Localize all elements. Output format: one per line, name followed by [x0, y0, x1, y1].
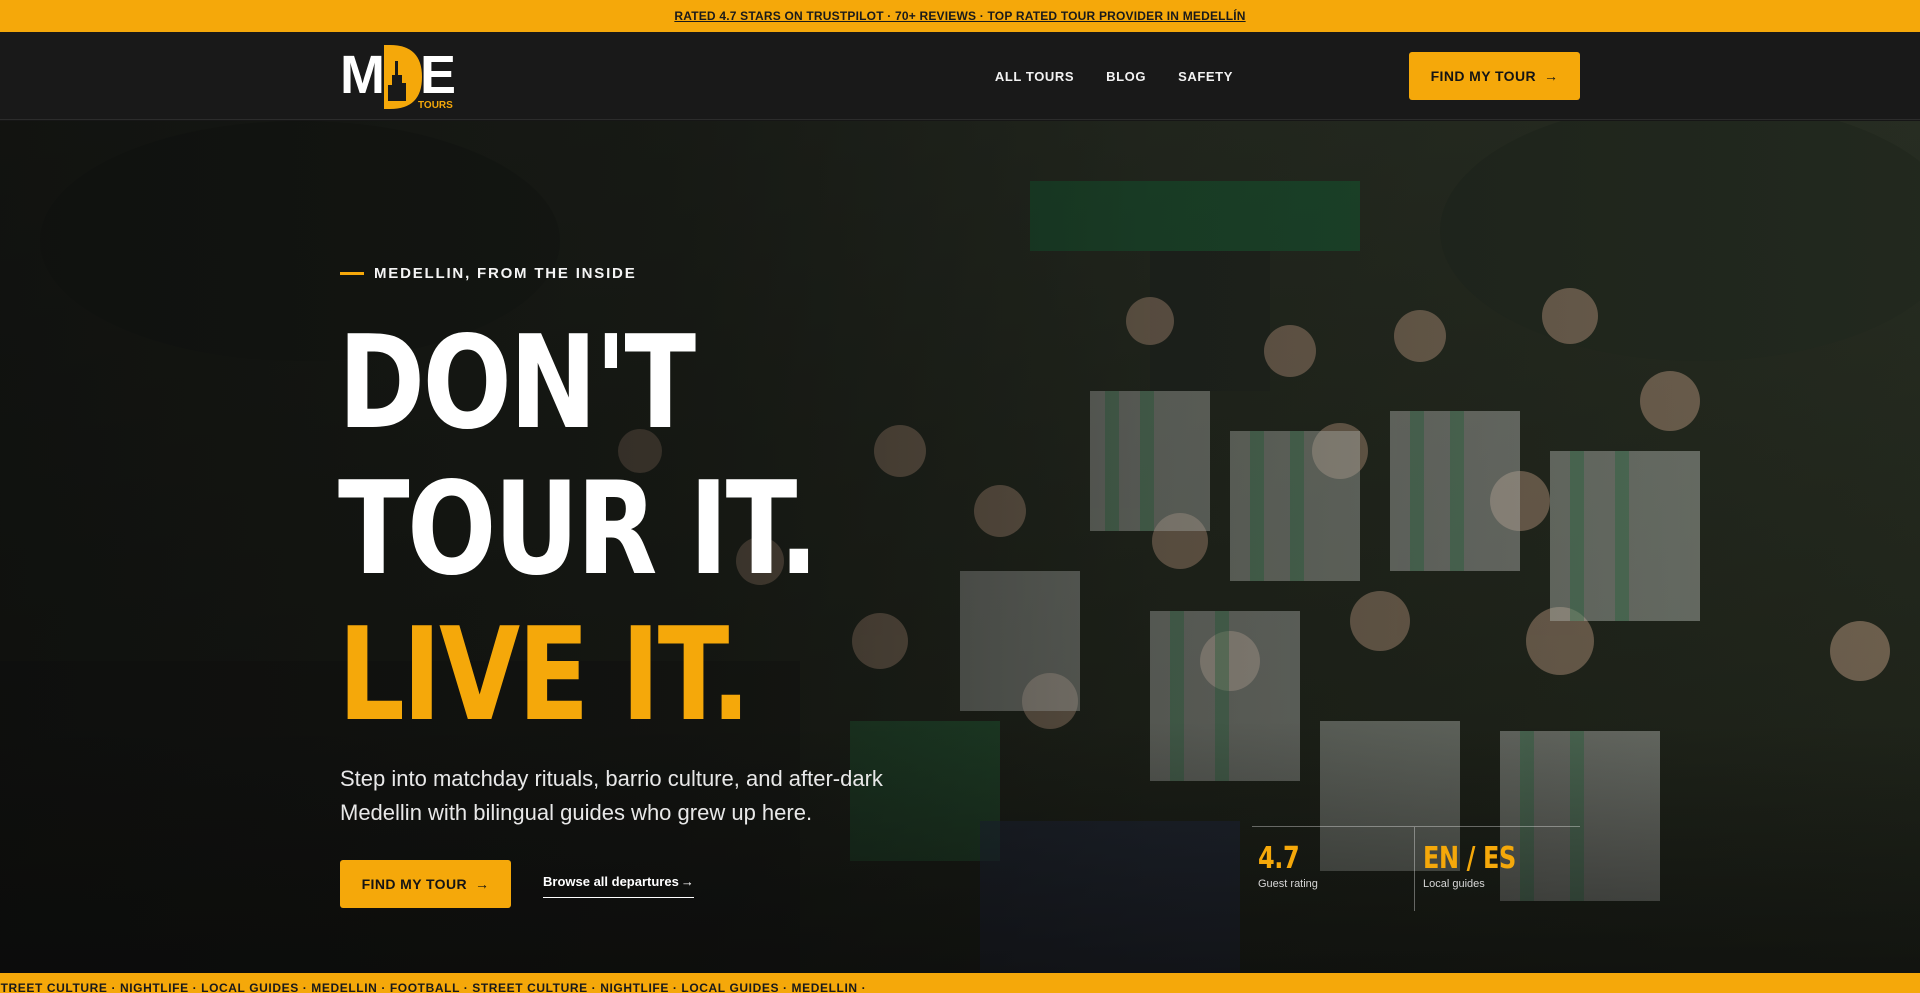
arrow-right-icon: →	[680, 874, 694, 889]
site-header: M E TOURS ALL TOURS BLOG SAFETY FIND MY …	[0, 32, 1920, 120]
arrow-right-icon: →	[475, 876, 490, 892]
hero-subcopy: Step into matchday rituals, barrio cultu…	[340, 766, 883, 825]
primary-nav: ALL TOURS BLOG SAFETY	[995, 32, 1233, 120]
nav-link-blog[interactable]: BLOG	[1106, 69, 1146, 84]
stat-guest-rating: 4.7 Guest rating	[1252, 827, 1414, 911]
stat-value: 4.7	[1258, 841, 1300, 876]
stat-label: Guest rating	[1258, 878, 1318, 890]
promo-link[interactable]: RATED 4.7 STARS ON TRUSTPILOT · 70+ REVI…	[674, 9, 1245, 23]
ticker-text: STREET CULTURE · NIGHTLIFE · LOCAL GUIDE…	[0, 981, 867, 993]
logo-letter-m: M	[340, 45, 385, 105]
hero-headline: DON'T TOUR IT. LIVE IT.	[338, 311, 928, 749]
eyebrow-text: MEDELLIN, FROM THE INSIDE	[374, 265, 637, 282]
find-my-tour-label: FIND MY TOUR	[1430, 68, 1536, 84]
arrow-right-icon: →	[1544, 68, 1559, 84]
stat-value: EN / ES	[1423, 841, 1516, 876]
stat-label: Local guides	[1423, 878, 1485, 890]
eyebrow-accent-line	[340, 272, 364, 275]
nav-link-safety[interactable]: SAFETY	[1178, 69, 1233, 84]
logo-letter-e: E	[420, 45, 456, 105]
nav-link-all-tours[interactable]: ALL TOURS	[995, 69, 1074, 84]
marquee-ticker: STREET CULTURE · NIGHTLIFE · LOCAL GUIDE…	[0, 973, 1920, 993]
hero-stats: 4.7 Guest rating EN / ES Local guides	[1252, 826, 1580, 911]
hero-overlay-bottom	[0, 721, 1920, 973]
logo-sub: TOURS	[418, 100, 453, 111]
hero-find-my-tour-button[interactable]: FIND MY TOUR →	[340, 860, 511, 908]
headline-line-1: DON'T TOUR IT.	[338, 309, 819, 604]
hero-eyebrow: MEDELLIN, FROM THE INSIDE	[340, 265, 637, 282]
find-my-tour-button[interactable]: FIND MY TOUR →	[1409, 52, 1580, 100]
browse-departures-link[interactable]: Browse all departures →	[543, 874, 694, 898]
mde-tours-logo[interactable]: M E TOURS	[340, 41, 460, 111]
hero-section: MEDELLIN, FROM THE INSIDE DON'T TOUR IT.…	[0, 121, 1920, 973]
hero-find-my-tour-label: FIND MY TOUR	[361, 876, 467, 892]
browse-departures-label: Browse all departures	[543, 874, 679, 889]
headline-line-2: LIVE IT.	[338, 601, 751, 750]
promo-bar: RATED 4.7 STARS ON TRUSTPILOT · 70+ REVI…	[0, 0, 1920, 32]
stat-local-guides: EN / ES Local guides	[1414, 827, 1580, 911]
